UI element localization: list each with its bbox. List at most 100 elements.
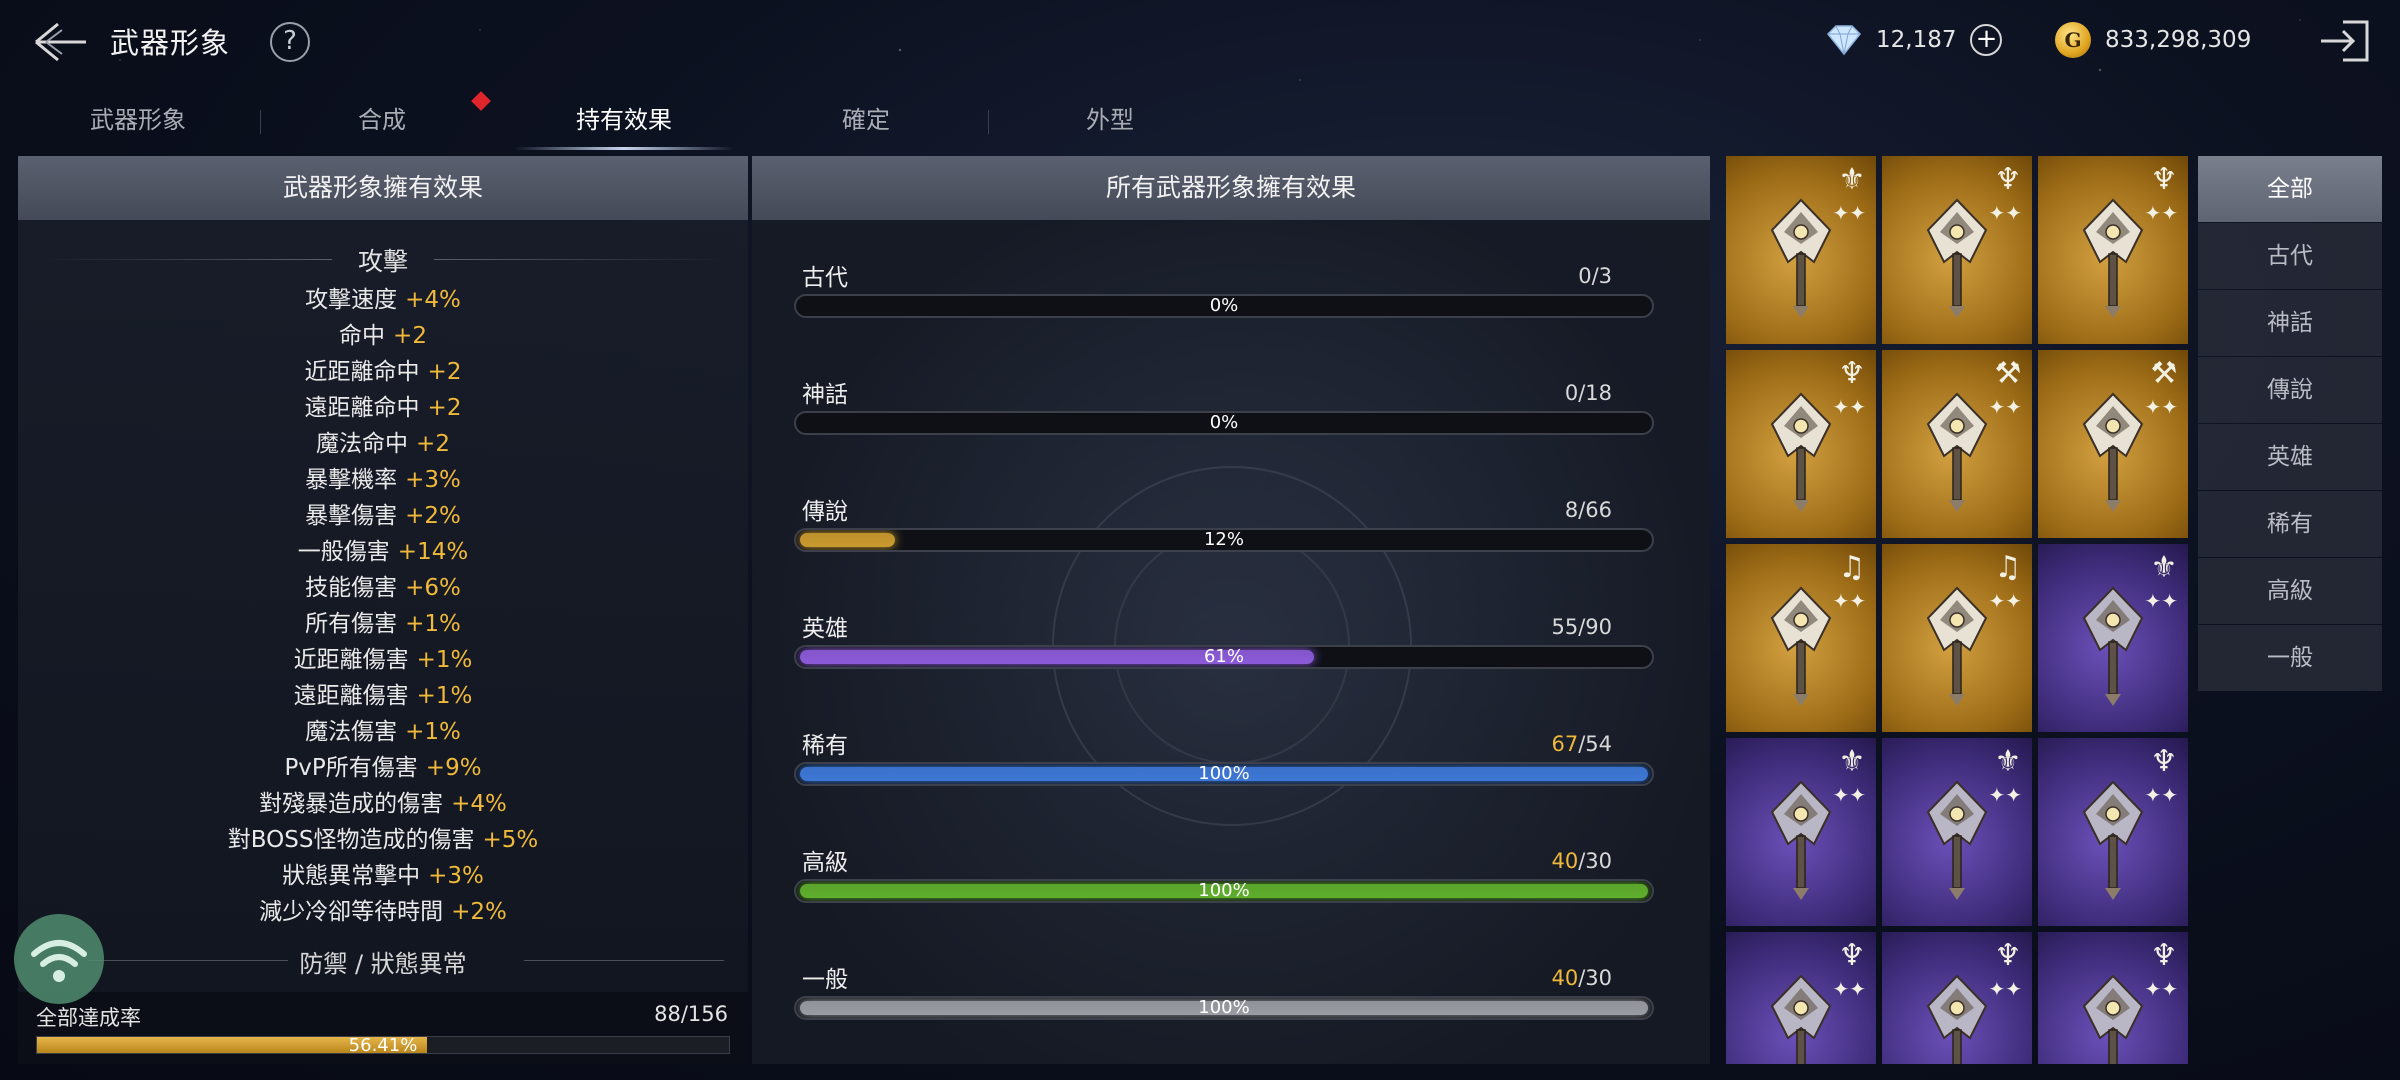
stat-row: 魔法傷害 +1% — [18, 714, 748, 750]
stat-value: +2% — [405, 503, 461, 529]
weapon-card[interactable]: ⚜ ✦✦ — [1882, 738, 2032, 926]
filter-item[interactable]: 英雄 — [2198, 424, 2382, 490]
axe-icon: ⚒ — [2150, 356, 2178, 391]
weapon-card[interactable]: ⚒ ✦✦ — [2038, 350, 2188, 538]
rarity-name: 稀有 — [802, 733, 848, 759]
gold-currency: G 833,298,309 — [2055, 20, 2251, 60]
tab-weapon-appearance[interactable]: 武器形象 — [18, 92, 258, 148]
dragonfly-icon: ♆ — [1838, 938, 1866, 973]
attack-stat-list: 攻擊速度 +4% 命中 +2 近距離命中 +2 遠距離命中 +2 魔法命中 +2 暴擊機率 +3% 暴擊… — [18, 282, 748, 930]
stat-name: 命中 — [339, 323, 386, 349]
enhance-mark-icon: ✦✦ — [1988, 589, 2022, 613]
filter-item[interactable]: 神話 — [2198, 290, 2382, 356]
tab-divider — [988, 110, 989, 134]
attack-section-title: 攻擊 — [18, 242, 748, 276]
weapon-card[interactable]: ♆ ✦✦ — [1882, 932, 2032, 1064]
tab-appearance[interactable]: 外型 — [990, 92, 1230, 148]
tab-owned-effects[interactable]: 持有效果 — [504, 92, 744, 150]
weapon-card[interactable]: ⚒ ✦✦ — [1882, 350, 2032, 538]
stat-value: +1% — [416, 647, 473, 673]
stat-name: 對BOSS怪物造成的傷害 — [227, 827, 475, 853]
rarity-name: 傳說 — [802, 499, 848, 525]
top-bar: 武器形象 ? 12,187 + G 833,298,309 — [0, 0, 2400, 84]
back-arrow-icon — [35, 22, 86, 62]
stat-value: +2 — [416, 431, 450, 457]
exit-button[interactable] — [2315, 16, 2375, 66]
add-diamonds-button[interactable]: + — [1970, 24, 2003, 56]
weapon-card[interactable]: ♆ ✦✦ — [1882, 156, 2032, 344]
rarity-count: 67/54 — [1551, 732, 1612, 756]
enhance-mark-icon: ✦✦ — [1832, 589, 1866, 613]
stat-name: 一般傷害 — [297, 539, 390, 565]
overall-label: 全部達成率 — [36, 1006, 141, 1030]
tab-bar: 武器形象 合成 持有效果 確定 外型 — [18, 91, 1718, 152]
weapon-card[interactable]: ⚜ ✦✦ — [1726, 738, 1876, 926]
dragonfly-icon: ♆ — [2150, 162, 2178, 197]
weapon-card[interactable]: ♆ ✦✦ — [2038, 738, 2188, 926]
rarity-percent: 100% — [1198, 880, 1250, 901]
tab-synthesis[interactable]: 合成 — [262, 92, 502, 148]
tab-confirm[interactable]: 確定 — [746, 92, 986, 148]
rarity-owned: 0 — [1564, 381, 1579, 405]
diamond-currency: 12,187 + — [1824, 20, 2003, 60]
stat-row: 魔法命中 +2 — [18, 426, 748, 462]
stat-value: +2 — [427, 359, 462, 385]
stat-value: +9% — [425, 755, 482, 781]
dragonfly-icon: ♆ — [1994, 938, 2022, 973]
rarity-total: /30 — [1578, 966, 1612, 990]
stat-value: +1% — [405, 611, 461, 637]
page-title: 武器形象 — [110, 26, 231, 60]
enhance-mark-icon: ✦✦ — [1832, 201, 1866, 225]
stat-value: +5% — [482, 827, 539, 853]
enhance-mark-icon: ✦✦ — [2144, 201, 2178, 225]
diamond-icon — [1826, 25, 1862, 56]
rarity-name: 高級 — [802, 850, 848, 876]
stat-row: 所有傷害 +1% — [18, 606, 748, 642]
stat-row: 減少冷卻等待時間 +2% — [18, 894, 748, 930]
tab-divider — [260, 110, 261, 134]
filter-item[interactable]: 一般 — [2198, 625, 2382, 691]
owned-effects-panel: 武器形象擁有效果 攻擊 攻擊速度 +4% 命中 +2 近距離命中 +2 遠距離命中 +2 魔法命… — [18, 156, 748, 1064]
help-icon[interactable]: ? — [270, 22, 310, 62]
filter-item[interactable]: 高級 — [2198, 558, 2382, 624]
filter-item[interactable]: 稀有 — [2198, 491, 2382, 557]
wifi-icon[interactable] — [14, 914, 104, 1004]
rarity-owned: 0 — [1578, 264, 1592, 288]
stat-name: 暴擊機率 — [305, 467, 398, 493]
stat-name: 狀態異常擊中 — [282, 863, 421, 889]
enhance-mark-icon: ✦✦ — [2144, 589, 2178, 613]
weapon-card[interactable]: ⚜ ✦✦ — [2038, 544, 2188, 732]
stat-value: +4% — [405, 287, 461, 313]
weapon-card[interactable]: ♆ ✦✦ — [2038, 932, 2188, 1064]
enhance-mark-icon: ✦✦ — [1832, 395, 1866, 419]
rarity-name: 古代 — [802, 265, 848, 291]
dragonfly-icon: ♆ — [2150, 938, 2178, 973]
weapon-card[interactable]: ♆ ✦✦ — [2038, 156, 2188, 344]
stat-value: +3% — [405, 467, 461, 493]
weapon-card[interactable]: ♆ ✦✦ — [1726, 932, 1876, 1064]
exit-icon — [2321, 20, 2369, 62]
weapon-card[interactable]: ♫ ✦✦ — [1726, 544, 1876, 732]
weapon-card[interactable]: ⚜ ✦✦ — [1726, 156, 1876, 344]
rarity-total: /3 — [1591, 264, 1612, 288]
back-button[interactable] — [28, 14, 92, 70]
stat-value: +1% — [416, 683, 473, 709]
filter-item[interactable]: 全部 — [2198, 156, 2382, 222]
rarity-count: 0/18 — [1565, 381, 1612, 405]
rarity-owned: 67 — [1551, 732, 1579, 756]
weapon-card[interactable]: ♆ ✦✦ — [1726, 350, 1876, 538]
filter-item[interactable]: 古代 — [2198, 223, 2382, 289]
weapon-card[interactable]: ♫ ✦✦ — [1882, 544, 2032, 732]
stat-value: +14% — [397, 539, 469, 565]
stat-value: +6% — [405, 575, 461, 601]
stat-value: +2% — [451, 899, 507, 925]
rarity-name: 英雄 — [802, 616, 848, 642]
pendant-icon: ⚜ — [1838, 162, 1866, 197]
stat-row: 近距離傷害 +1% — [18, 642, 748, 678]
rarity-percent: 100% — [1198, 763, 1250, 784]
filter-item[interactable]: 傳說 — [2198, 357, 2382, 423]
stat-value: +3% — [428, 863, 484, 889]
lyre-icon: ♫ — [1994, 550, 2022, 585]
enhance-mark-icon: ✦✦ — [1988, 783, 2022, 807]
rarity-progress-bar: 12% — [794, 528, 1654, 552]
